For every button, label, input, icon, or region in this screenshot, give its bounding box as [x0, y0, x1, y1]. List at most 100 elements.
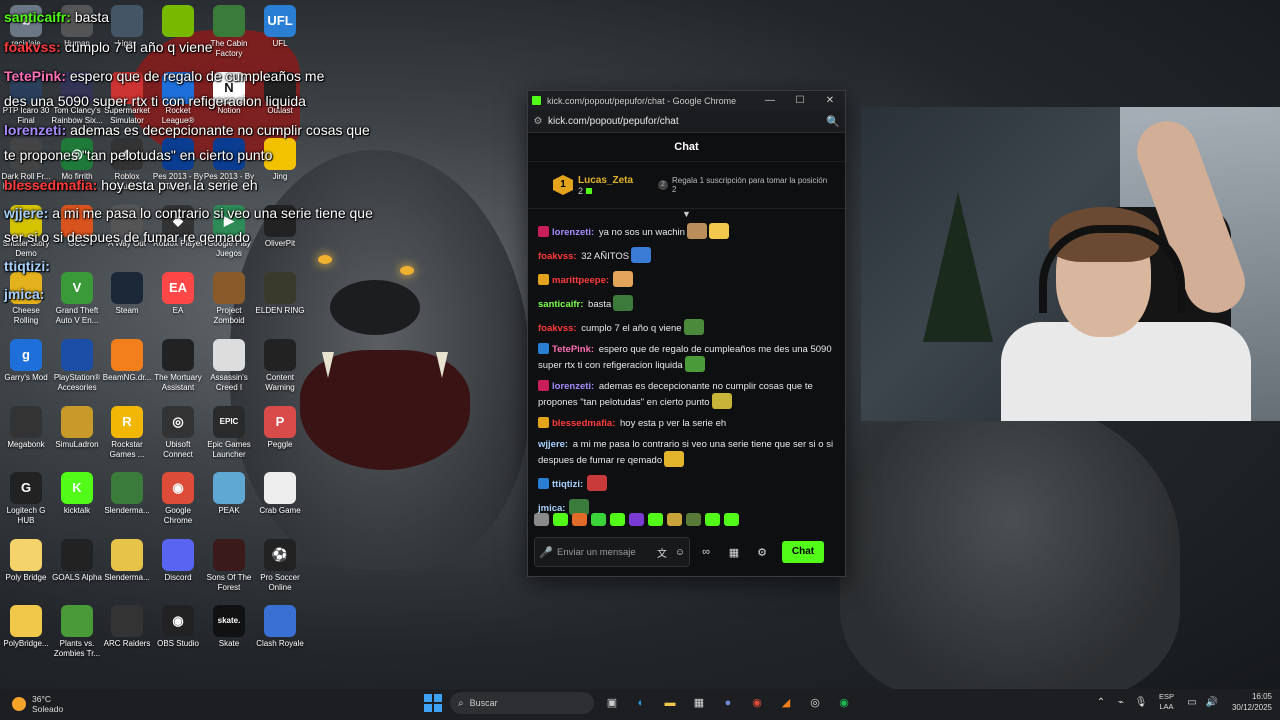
chat-username[interactable]: marittpeepe:	[552, 275, 609, 286]
emote-image	[631, 247, 652, 263]
chat-username[interactable]: blessedmafia:	[552, 418, 615, 429]
desktop-icon[interactable]: Content Warning	[249, 339, 311, 393]
zoom-icon[interactable]: 🔍	[821, 115, 845, 128]
weather-temp: 36°C	[32, 694, 51, 704]
overlay-chat-line: blessedmafia: hoy esta p ver la serie eh	[4, 176, 258, 194]
quick-emote[interactable]	[686, 513, 701, 526]
address-bar[interactable]: ⚙ kick.com/popout/pepufor/chat 🔍	[528, 110, 845, 133]
task-view-icon[interactable]: ▣	[601, 693, 623, 713]
gear-icon[interactable]: ⚙	[750, 546, 774, 559]
chat-username[interactable]: lorenzeti:	[552, 227, 594, 238]
taskbar-search[interactable]: ⌕ Buscar	[450, 692, 594, 714]
desktop-icon[interactable]: UFL UFL	[249, 5, 311, 49]
quick-emote[interactable]	[534, 513, 549, 526]
overlay-chat-line: TetePink: espero que de regalo de cumple…	[4, 67, 324, 85]
app-icon	[162, 539, 194, 571]
desktop-icon[interactable]: Clash Royale	[249, 605, 311, 649]
infinity-icon[interactable]: ∞	[694, 546, 718, 558]
store-icon[interactable]: ▦	[722, 546, 746, 559]
app-icon	[213, 5, 245, 37]
wallpaper-wolf-snout	[330, 280, 420, 335]
emote-image	[708, 223, 729, 239]
desktop-icon[interactable]: P Peggle	[249, 406, 311, 450]
chat-username[interactable]: TetePink:	[552, 344, 594, 355]
chat-username[interactable]: lorenzeti:	[552, 381, 594, 392]
close-button[interactable]: ✕	[815, 95, 845, 106]
wallpaper-fang	[436, 352, 448, 378]
chrome-icon[interactable]: ◉	[746, 693, 768, 713]
minimize-button[interactable]: —	[755, 95, 785, 106]
browser-titlebar[interactable]: kick.com/popout/pepufor/chat - Google Ch…	[528, 91, 845, 110]
wallpaper-wolf-eye	[400, 266, 414, 275]
chat-username[interactable]: foakvss:	[538, 251, 577, 262]
quick-emote[interactable]	[667, 513, 682, 526]
app-icon: ◉	[162, 472, 194, 504]
app-icon	[111, 472, 143, 504]
store-app-icon[interactable]: ▦	[688, 693, 710, 713]
top-gifter-name[interactable]: Lucas_Zeta	[578, 175, 658, 186]
maximize-button[interactable]: ☐	[785, 95, 815, 106]
obs-icon[interactable]: ◎	[804, 693, 826, 713]
gift-promo[interactable]: 2 Regala 1 suscripción para tomar la pos…	[658, 176, 828, 194]
weather-widget[interactable]: 36°C Soleado	[12, 694, 63, 714]
overlay-chat-line: wjjere: a mi me pasa lo contrario si veo…	[4, 204, 373, 222]
webcam-overlay	[861, 107, 1280, 421]
chat-input[interactable]: 🎤 Enviar un mensaje 文 ☺	[534, 537, 690, 567]
quick-emote[interactable]	[629, 513, 644, 526]
windows-start-icon[interactable]	[424, 694, 442, 712]
faceit-icon[interactable]: ◢	[775, 693, 797, 713]
quick-emote[interactable]	[648, 513, 663, 526]
overlay-chat-user: lorenzeti:	[4, 122, 71, 138]
overlay-chat-text: ser si o si despues de fumar re qemado	[4, 229, 250, 245]
quick-emote[interactable]	[610, 513, 625, 526]
quick-emote[interactable]	[553, 513, 568, 526]
quick-emote[interactable]	[724, 513, 739, 526]
translate-icon[interactable]: 文	[653, 545, 671, 560]
user-badge-icon	[538, 380, 549, 391]
chat-message: TetePink: espero que de regalo de cumple…	[538, 343, 835, 372]
volume-icon[interactable]: 🔊	[1202, 697, 1222, 708]
chat-username[interactable]: santicaifr:	[538, 299, 583, 310]
microphone-tray-icon[interactable]: 🎙	[1131, 697, 1151, 708]
app-icon	[162, 5, 194, 37]
edge-icon[interactable]: ◐	[630, 693, 652, 713]
app-icon: P	[264, 406, 296, 438]
chat-username[interactable]: wjjere:	[538, 439, 568, 450]
app-icon	[61, 339, 93, 371]
send-chat-button[interactable]: Chat	[782, 541, 824, 563]
language-indicator[interactable]: ESP LAA	[1159, 692, 1174, 712]
quick-emote[interactable]	[572, 513, 587, 526]
desktop-icon[interactable]: ELDEN RING	[249, 272, 311, 316]
emote-image	[587, 475, 608, 491]
discord-icon[interactable]: ●	[717, 693, 739, 713]
app-icon	[111, 605, 143, 637]
quick-emote[interactable]	[591, 513, 606, 526]
webcam-shirt	[1001, 322, 1251, 421]
spotify-icon[interactable]: ◉	[833, 693, 855, 713]
display-icon[interactable]: ▭	[1182, 697, 1202, 708]
app-icon	[61, 406, 93, 438]
site-settings-icon[interactable]: ⚙	[528, 116, 548, 127]
clock[interactable]: 16:05 30/12/2025	[1232, 691, 1272, 713]
chat-message: foakvss: cumplo 7 el año q viene	[538, 319, 835, 335]
quick-emote[interactable]	[705, 513, 720, 526]
chat-username[interactable]: ttiqtizi:	[552, 479, 583, 490]
url-text[interactable]: kick.com/popout/pepufor/chat	[548, 116, 821, 127]
chat-message-text: a mi me pasa lo contrario si veo una ser…	[538, 439, 834, 466]
chat-username[interactable]: foakvss:	[538, 323, 577, 334]
chevron-up-icon[interactable]: ⌃	[1091, 697, 1111, 708]
overlay-chat-user: foakvss:	[4, 39, 65, 55]
emote-image	[613, 271, 634, 287]
file-explorer-icon[interactable]: ▬	[659, 693, 681, 713]
chat-message-text: 32 AÑITOS	[578, 251, 630, 262]
collapse-chevron-icon[interactable]: ▼	[528, 209, 845, 219]
desktop-icon[interactable]: Crab Game	[249, 472, 311, 516]
overlay-chat-line: te propones "tan pelotudas" en cierto pu…	[4, 146, 272, 164]
desktop-icon[interactable]: ⚽ Pro Soccer Online	[249, 539, 311, 593]
clock-date: 30/12/2025	[1231, 703, 1272, 712]
network-icon[interactable]: ⌁	[1111, 697, 1131, 708]
emoji-icon[interactable]: ☺	[671, 547, 689, 558]
app-icon	[10, 539, 42, 571]
microphone-icon[interactable]: 🎤	[535, 546, 557, 559]
user-badge-icon	[538, 274, 549, 285]
